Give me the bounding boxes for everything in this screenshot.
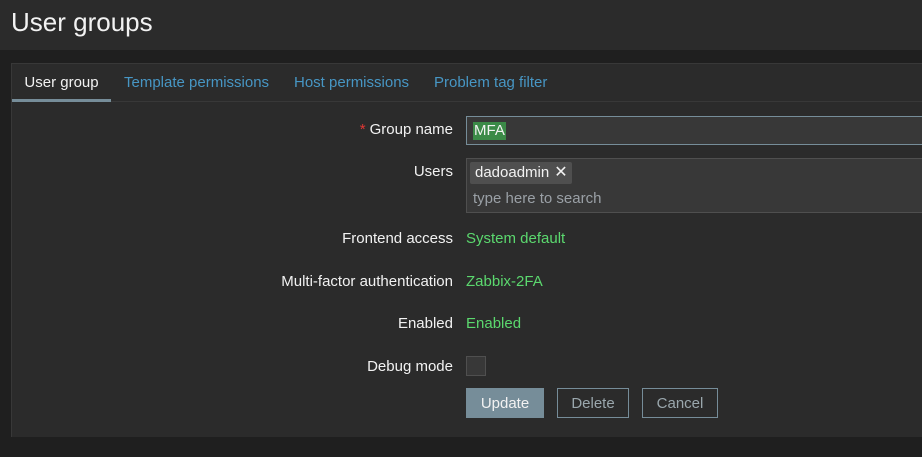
debug-mode-checkbox[interactable]: [466, 356, 486, 376]
users-search-input[interactable]: [473, 188, 913, 208]
user-chip: dadoadmin ✕: [470, 162, 572, 184]
user-group-form-panel: User group Template permissions Host per…: [11, 63, 922, 437]
frontend-access-value[interactable]: System default: [466, 230, 565, 247]
page-header: User groups: [0, 0, 922, 50]
remove-user-icon[interactable]: ✕: [554, 162, 567, 184]
frontend-access-label: Frontend access: [342, 230, 453, 247]
update-button[interactable]: Update: [466, 388, 544, 418]
enabled-value[interactable]: Enabled: [466, 315, 521, 332]
users-multiselect[interactable]: dadoadmin ✕: [466, 158, 922, 213]
tab-user-group[interactable]: User group: [12, 64, 111, 102]
delete-button[interactable]: Delete: [557, 388, 629, 418]
tab-template-permissions[interactable]: Template permissions: [124, 64, 269, 102]
tab-host-permissions[interactable]: Host permissions: [294, 64, 409, 102]
required-marker: *: [359, 121, 366, 138]
mfa-label: Multi-factor authentication: [281, 273, 453, 290]
mfa-value[interactable]: Zabbix-2FA: [466, 273, 543, 290]
debug-mode-label: Debug mode: [367, 358, 453, 375]
group-name-value: MFA: [473, 122, 506, 140]
group-name-label: * Group name: [360, 121, 453, 138]
tab-bar: User group Template permissions Host per…: [12, 64, 922, 102]
user-chip-label: dadoadmin: [475, 164, 550, 181]
group-name-input[interactable]: MFA: [466, 116, 922, 145]
tab-problem-tag-filter[interactable]: Problem tag filter: [434, 64, 547, 102]
users-label: Users: [413, 163, 453, 180]
group-name-label-text: Group name: [369, 121, 453, 138]
page-title: User groups: [11, 7, 153, 37]
cancel-button[interactable]: Cancel: [642, 388, 718, 418]
enabled-label: Enabled: [397, 315, 453, 332]
